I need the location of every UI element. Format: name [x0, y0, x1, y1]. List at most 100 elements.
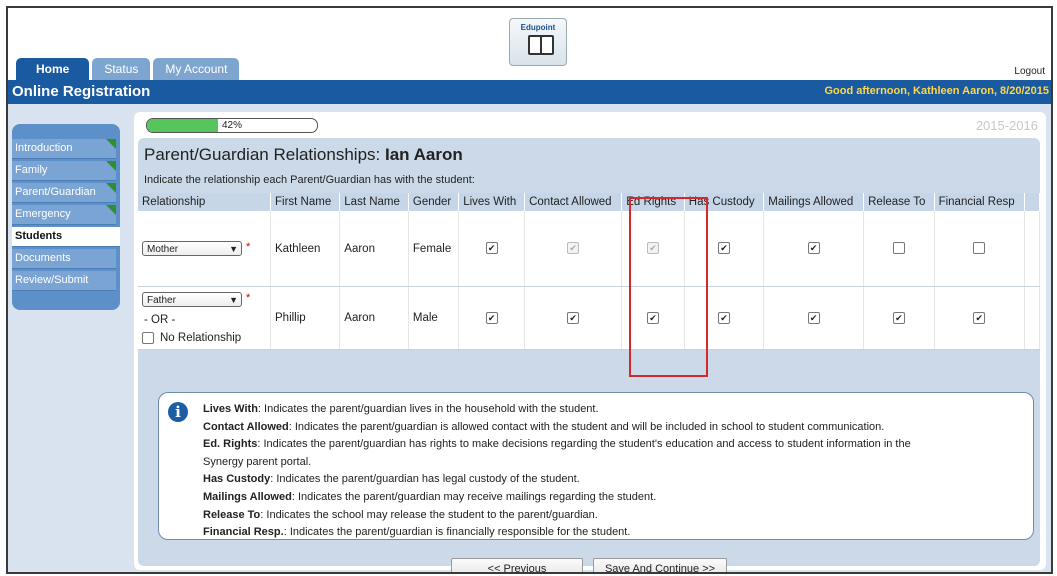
- spacer-cell: [1024, 211, 1040, 287]
- previous-button[interactable]: << Previous: [451, 558, 583, 572]
- first-name-cell: Phillip: [270, 286, 341, 350]
- ed-rights-checkbox[interactable]: ✔: [647, 311, 660, 324]
- legend-item: Lives With: Indicates the parent/guardia…: [203, 401, 1019, 419]
- logout-link[interactable]: Logout: [1014, 66, 1045, 77]
- no-relationship-option: No Relationship: [142, 332, 266, 344]
- no-relationship-label: No Relationship: [160, 332, 242, 344]
- has-custody-checkbox[interactable]: ✔: [718, 242, 731, 255]
- main-panel: 42% 2015-2016 Parent/Guardian Relationsh…: [134, 112, 1046, 572]
- tab-home[interactable]: Home: [16, 58, 90, 80]
- column-header-contact-allowed: Contact Allowed: [524, 193, 623, 211]
- column-header-first-name: First Name: [270, 193, 341, 211]
- column-header-financial-resp: Financial Resp: [934, 193, 1026, 211]
- ed-rights-checkbox: ✔: [647, 242, 660, 255]
- financial-resp-checkbox[interactable]: [973, 242, 986, 255]
- financial-resp-checkbox[interactable]: ✔: [973, 311, 986, 324]
- tab-my-account[interactable]: My Account: [153, 58, 240, 80]
- lives-with-cell: ✔: [458, 211, 526, 287]
- panel-title-prefix: Parent/Guardian Relationships:: [144, 145, 381, 164]
- legend-text: : Indicates the parent/guardian is allow…: [288, 420, 885, 433]
- sidebar-item-label: Documents: [15, 252, 71, 264]
- sidebar-item-emergency[interactable]: Emergency: [12, 205, 116, 225]
- legend-text: : Indicates the parent/guardian has righ…: [257, 438, 911, 451]
- last-name-cell: Aaron: [339, 286, 409, 350]
- lives-with-checkbox[interactable]: ✔: [485, 311, 498, 324]
- legend-box: i Lives With: Indicates the parent/guard…: [158, 392, 1034, 540]
- completed-check-icon: [106, 139, 116, 149]
- app-window: Edupoint Home Status My Account Logout O…: [6, 6, 1053, 574]
- no-relationship-checkbox[interactable]: [142, 332, 154, 344]
- sidebar-item-label: Review/Submit: [15, 274, 89, 286]
- table-row: Mother ▼ * Kathleen Aaron Female ✔ ✔ ✔ ✔ ✔: [138, 211, 1040, 287]
- first-name-cell: Kathleen: [270, 211, 341, 287]
- financial-resp-cell: ✔: [934, 286, 1026, 350]
- sidebar-item-introduction[interactable]: Introduction: [12, 139, 116, 159]
- sidebar-item-documents[interactable]: Documents: [12, 249, 116, 269]
- sidebar-item-label: Family: [15, 164, 48, 176]
- top-bar: Edupoint Home Status My Account Logout: [8, 8, 1051, 80]
- tab-status[interactable]: Status: [92, 58, 151, 80]
- table-row: Father ▼ * - OR - No Relationship Phillip …: [138, 286, 1040, 350]
- legend-text: : Indicates the parent/guardian lives in…: [257, 403, 599, 415]
- legend-item: Release To: Indicates the school may rel…: [203, 507, 1019, 525]
- student-name: Ian Aaron: [384, 145, 463, 164]
- required-marker: *: [246, 292, 251, 304]
- legend-term: Ed. Rights: [203, 438, 258, 451]
- legend-item: Ed. Rights: Indicates the parent/guardia…: [203, 436, 1019, 454]
- dropdown-arrow-icon: ▼: [229, 295, 238, 305]
- sidebar-item-students[interactable]: Students: [12, 227, 120, 247]
- gender-cell: Female: [408, 211, 460, 287]
- legend-text: : Indicates the parent/guardian may rece…: [291, 490, 657, 503]
- mailings-allowed-cell: ✔: [763, 211, 865, 287]
- release-to-checkbox[interactable]: [892, 242, 905, 255]
- legend-term: Lives With: [203, 403, 258, 415]
- legend-term: Has Custody: [203, 473, 271, 486]
- financial-resp-cell: [934, 211, 1026, 287]
- panel-title: Parent/Guardian Relationships: Ian Aaron: [144, 145, 463, 165]
- edupoint-logo: Edupoint: [509, 18, 567, 66]
- release-to-checkbox[interactable]: ✔: [892, 311, 905, 324]
- legend-text: : Indicates the parent/guardian has lega…: [270, 473, 580, 486]
- save-and-continue-button[interactable]: Save And Continue >>: [593, 558, 727, 572]
- mailings-allowed-checkbox[interactable]: ✔: [807, 242, 820, 255]
- sidebar-item-family[interactable]: Family: [12, 161, 116, 181]
- relationships-panel: Parent/Guardian Relationships: Ian Aaron…: [138, 138, 1040, 572]
- title-bar: Online Registration Good afternoon, Kath…: [8, 80, 1051, 104]
- relationship-select[interactable]: Father ▼: [142, 292, 242, 307]
- relationship-select-value: Mother: [147, 244, 179, 255]
- spacer-cell: [1024, 286, 1040, 350]
- release-to-cell: ✔: [863, 286, 935, 350]
- relationship-select-value: Father: [147, 295, 176, 306]
- sidebar-item-label: Introduction: [15, 142, 73, 154]
- column-header-gender: Gender: [408, 193, 460, 211]
- legend-term: Contact Allowed: [203, 420, 289, 433]
- lives-with-cell: ✔: [458, 286, 526, 350]
- progress-bar: 42%: [146, 118, 318, 133]
- gender-cell: Male: [408, 286, 460, 350]
- contact-allowed-checkbox: ✔: [567, 242, 580, 255]
- contact-allowed-checkbox[interactable]: ✔: [567, 311, 580, 324]
- relationship-select[interactable]: Mother ▼: [142, 241, 242, 256]
- column-header-mailings-allowed: Mailings Allowed: [763, 193, 865, 211]
- sidebar-item-label: Parent/Guardian: [15, 186, 96, 198]
- column-header-has-custody: Has Custody: [684, 193, 765, 211]
- has-custody-cell: ✔: [684, 211, 765, 287]
- mailings-allowed-cell: ✔: [763, 286, 865, 350]
- column-header-relationship: Relationship: [138, 193, 271, 211]
- sidebar-item-review-submit[interactable]: Review/Submit: [12, 271, 116, 291]
- legend-text: : Indicates the parent/guardian is finan…: [283, 526, 631, 539]
- lives-with-checkbox[interactable]: ✔: [485, 242, 498, 255]
- mailings-allowed-checkbox[interactable]: ✔: [807, 311, 820, 324]
- legend-text: : Indicates the school may release the s…: [260, 508, 598, 521]
- sidebar-item-parent-guardian[interactable]: Parent/Guardian: [12, 183, 116, 203]
- has-custody-checkbox[interactable]: ✔: [718, 311, 731, 324]
- dropdown-arrow-icon: ▼: [229, 244, 238, 254]
- column-header-ed-rights: Ed Rights: [621, 193, 685, 211]
- book-icon: [528, 35, 554, 55]
- legend-term: Financial Resp.: [203, 526, 284, 539]
- instruction-text: Indicate the relationship each Parent/Gu…: [144, 174, 475, 186]
- completed-check-icon: [106, 161, 116, 171]
- contact-allowed-cell: ✔: [524, 211, 623, 287]
- main-tabs: Home Status My Account: [16, 58, 240, 80]
- sidebar-item-label: Emergency: [15, 208, 71, 220]
